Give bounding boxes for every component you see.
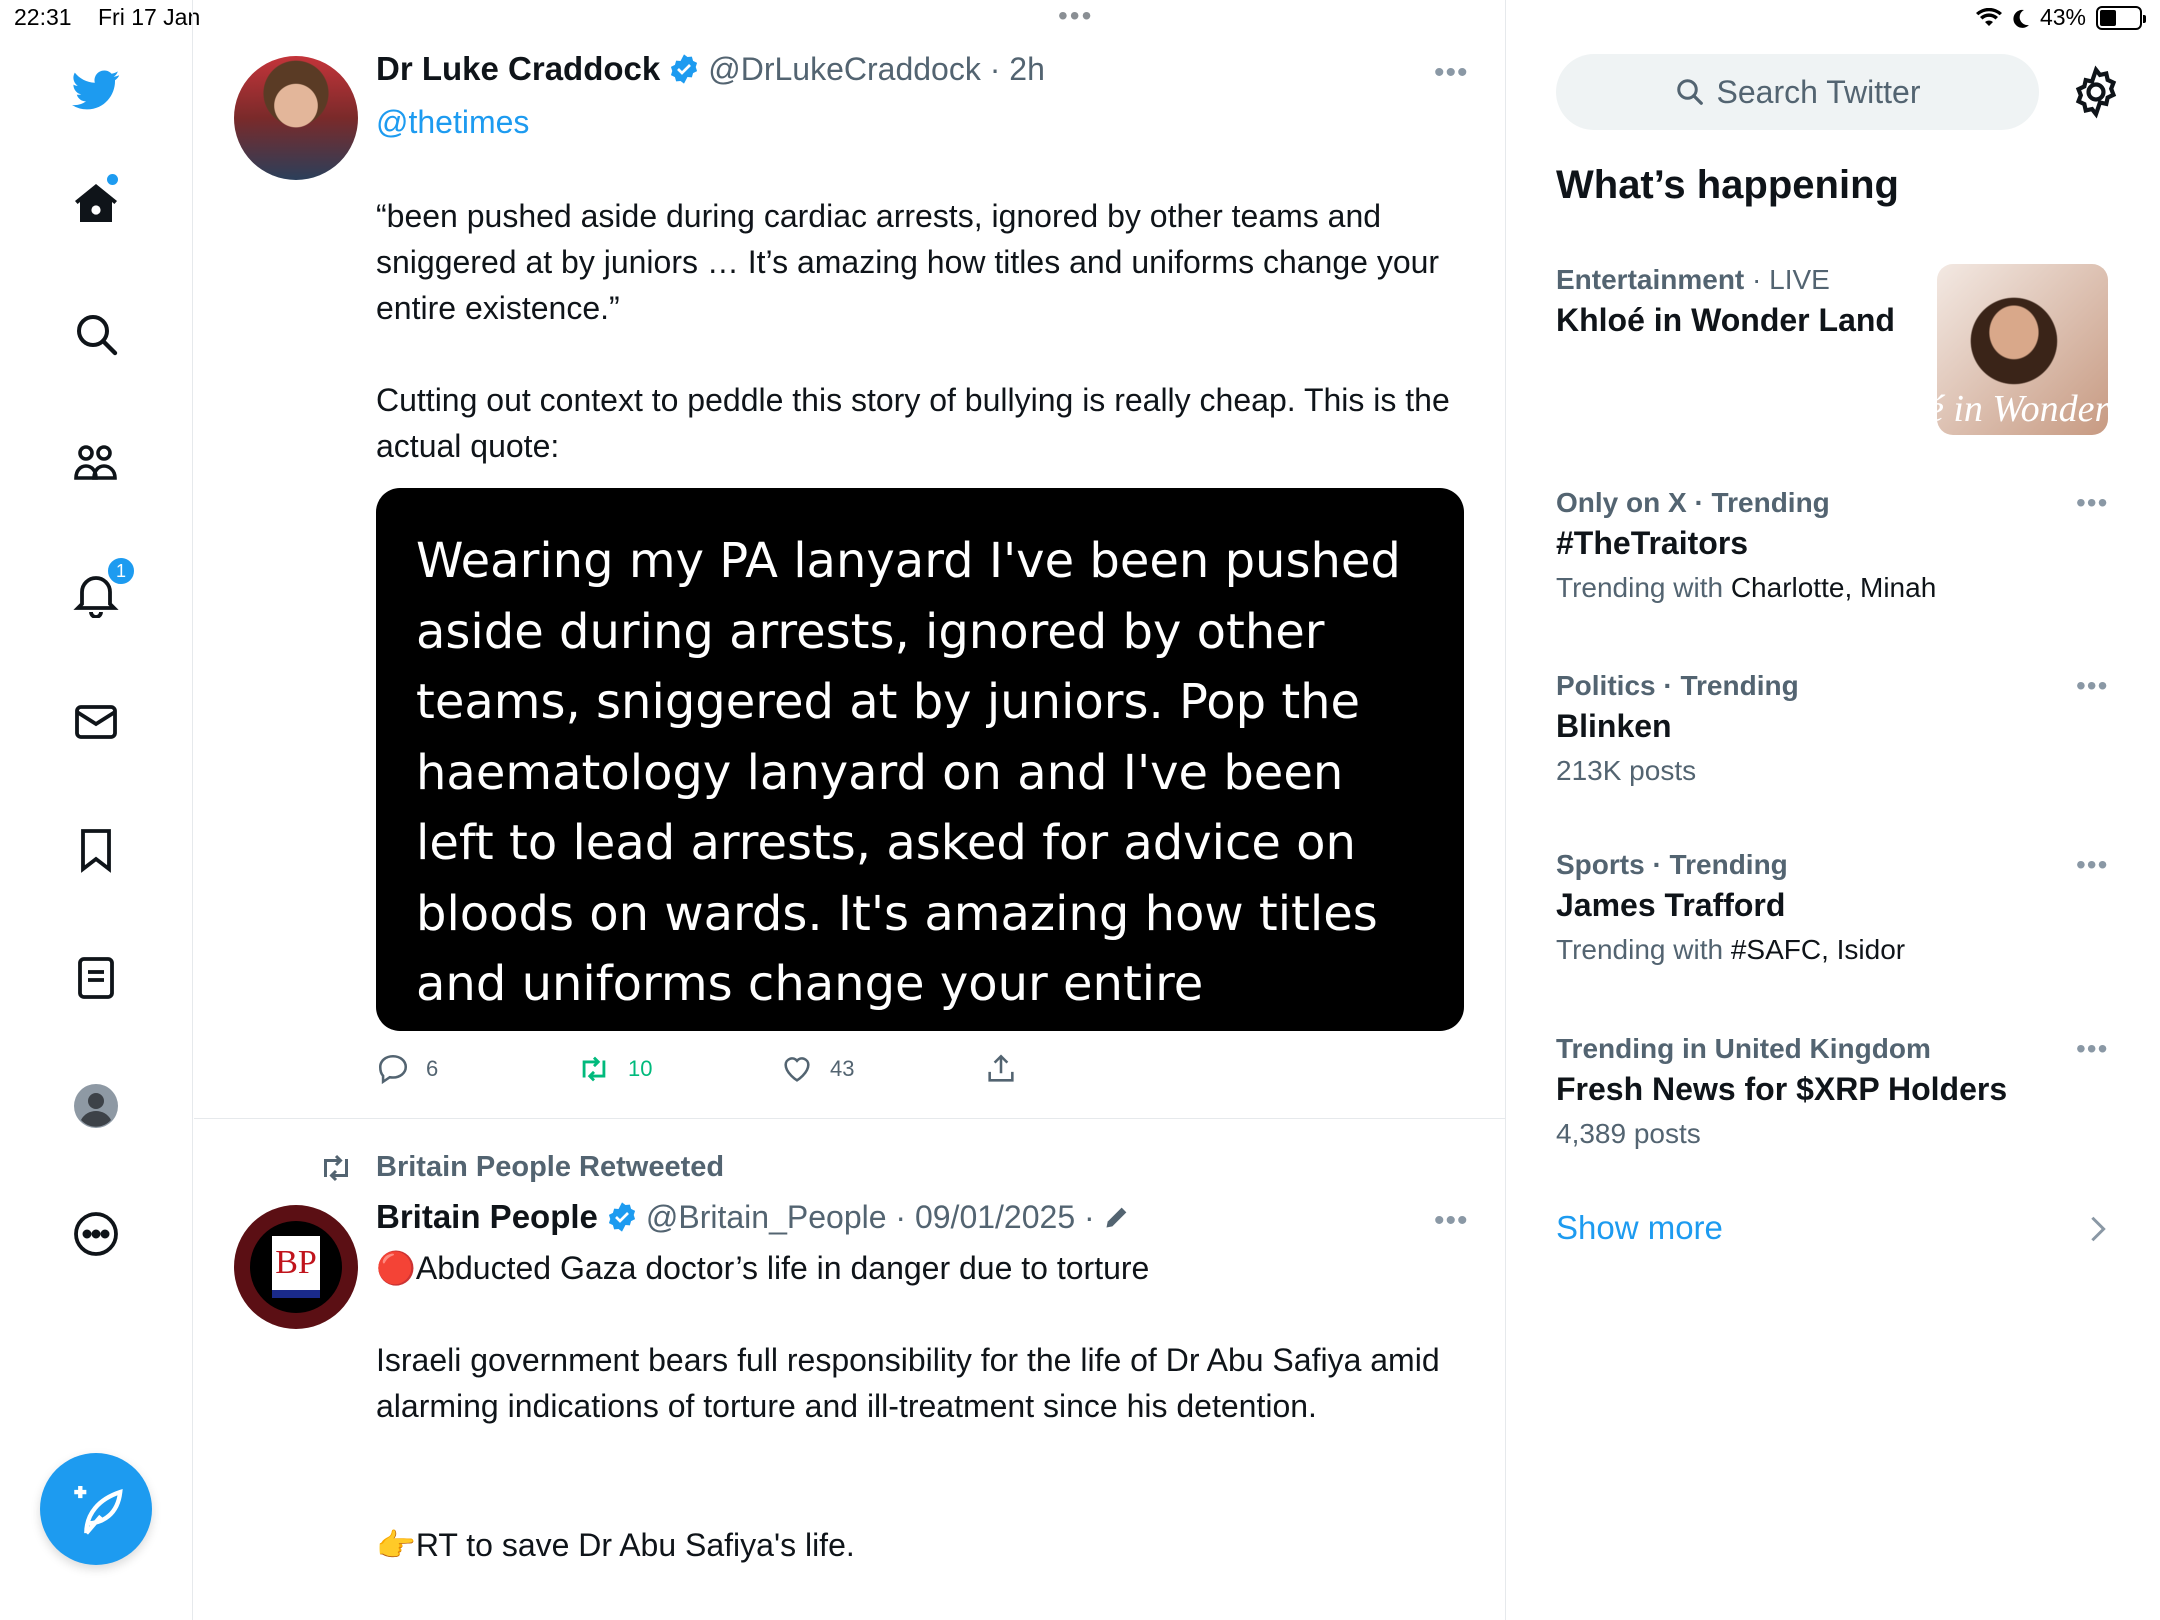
chevron-right-icon[interactable] xyxy=(2088,1214,2108,1249)
retweet-count: 10 xyxy=(628,1056,653,1081)
home-icon[interactable] xyxy=(64,172,128,236)
bp-logo-text: BP xyxy=(272,1236,320,1298)
trend-title: #TheTraitors xyxy=(1556,525,1749,561)
trend-thumbnail[interactable]: é in Wonder L xyxy=(1937,264,2108,435)
trend-more-icon[interactable]: ••• xyxy=(2076,670,2108,702)
trend-item[interactable]: Sports · Trending James Trafford Trendin… xyxy=(1556,849,2116,966)
tweet-divider xyxy=(194,1118,1506,1119)
share-icon xyxy=(988,1054,1014,1082)
like-count: 43 xyxy=(830,1056,855,1081)
image-text: Wearing my PA lanyard I've been pushed a… xyxy=(416,533,1401,1083)
tweet-header: Dr Luke Craddock @DrLukeCraddock · 2h xyxy=(376,50,1045,88)
trend-sub-prefix: Trending with xyxy=(1556,934,1731,965)
twitter-logo-icon[interactable] xyxy=(64,58,128,122)
trend-more-icon[interactable]: ••• xyxy=(2076,1033,2108,1065)
notification-badge: 1 xyxy=(106,556,136,586)
more-options-icon[interactable] xyxy=(64,1202,128,1266)
trend-category: Entertainment xyxy=(1556,264,1745,295)
tweet-header-2: Britain People @Britain_People · 09/01/2… xyxy=(376,1198,1131,1236)
right-column xyxy=(1507,0,2160,1620)
trend-sub: Charlotte, Minah xyxy=(1730,572,1937,603)
home-unread-dot xyxy=(107,174,118,185)
trend-more-icon[interactable]: ••• xyxy=(2076,849,2108,881)
author-name-2[interactable]: Britain People xyxy=(376,1198,598,1236)
mention-link[interactable]: @thetimes xyxy=(376,104,529,141)
tweet-text-5: 👉RT to save Dr Abu Safiya's life. xyxy=(376,1527,855,1563)
show-more-link[interactable]: Show more xyxy=(1556,1209,1723,1247)
trend-more-icon[interactable]: ••• xyxy=(2076,487,2108,519)
compose-feather-icon xyxy=(74,1486,123,1535)
tweet-author-avatar[interactable] xyxy=(234,56,358,180)
search-input[interactable]: Search Twitter xyxy=(1556,54,2039,130)
tweet-text-2: Cutting out context to peddle this story… xyxy=(376,382,1450,464)
trend-category: Only on X · Trending xyxy=(1556,487,1830,518)
reply-icon xyxy=(378,1054,408,1085)
trend-item[interactable]: Trending in United Kingdom Fresh News fo… xyxy=(1556,1033,2116,1150)
search-placeholder: Search Twitter xyxy=(1716,73,1921,110)
retweeted-by-label[interactable]: Britain People Retweeted xyxy=(376,1151,724,1184)
edited-pencil-icon[interactable] xyxy=(1103,1203,1131,1231)
trend-title: Fresh News for $XRP Holders xyxy=(1556,1071,2008,1107)
author-name[interactable]: Dr Luke Craddock xyxy=(376,50,660,88)
whats-happening-title: What’s happening xyxy=(1556,163,1899,207)
tweet-text: “been pushed aside during cardiac arrest… xyxy=(376,198,1440,326)
trend-category: Politics · Trending xyxy=(1556,670,1799,701)
trend-title: Blinken xyxy=(1556,708,1672,744)
verified-badge-icon xyxy=(671,54,698,84)
verified-badge-icon xyxy=(608,1202,635,1232)
tweet-text-3: 🔴Abducted Gaza doctor’s life in danger d… xyxy=(376,1250,1150,1286)
trend-sub-prefix: Trending with xyxy=(1556,572,1731,603)
like-button[interactable]: 43 xyxy=(780,1052,854,1086)
tweet-more-icon[interactable]: ••• xyxy=(1434,56,1469,90)
trend-item[interactable]: Politics · Trending Blinken 213K posts xyxy=(1556,670,2116,787)
retweet-icon xyxy=(582,1056,606,1082)
tweet-author-avatar-2[interactable]: BP xyxy=(234,1205,358,1329)
retweet-button[interactable]: 10 xyxy=(576,1052,652,1086)
lists-icon[interactable] xyxy=(64,946,128,1010)
author-handle-time[interactable]: @DrLukeCraddock · 2h xyxy=(708,51,1045,88)
reply-count: 6 xyxy=(426,1056,439,1081)
compose-tweet-button[interactable] xyxy=(40,1453,152,1565)
communities-icon[interactable] xyxy=(64,432,128,496)
author-handle-time-2[interactable]: @Britain_People · 09/01/2025 · xyxy=(646,1199,1095,1236)
thumbnail-text: é in Wonder L xyxy=(1937,388,2108,430)
search-icon xyxy=(1676,79,1703,105)
share-button[interactable] xyxy=(984,1052,1018,1086)
retweeted-icon xyxy=(316,1150,356,1191)
settings-gear-icon[interactable] xyxy=(2068,64,2124,120)
messages-envelope-icon[interactable] xyxy=(64,690,128,754)
bookmarks-icon[interactable] xyxy=(64,818,128,882)
tweet-image[interactable]: Wearing my PA lanyard I've been pushed a… xyxy=(376,488,1464,1083)
trend-qualifier: · LIVE xyxy=(1744,264,1830,295)
bp-logo: BP xyxy=(250,1221,342,1313)
tweet-more-icon-2[interactable]: ••• xyxy=(1434,1204,1469,1238)
tweet-text-4: Israeli government bears full responsibi… xyxy=(376,1342,1440,1424)
trend-sub: #SAFC, Isidor xyxy=(1730,934,1906,965)
trend-item[interactable]: Only on X · Trending #TheTraitors Trendi… xyxy=(1556,487,2116,604)
reply-button[interactable]: 6 xyxy=(376,1052,438,1086)
search-icon[interactable] xyxy=(64,302,128,366)
profile-avatar-icon[interactable] xyxy=(64,1074,128,1138)
trend-sub-prefix: 4,389 posts xyxy=(1556,1118,1701,1149)
trend-category: Sports · Trending xyxy=(1556,849,1788,880)
sidebar-nav: 1 xyxy=(0,0,193,1620)
trend-category: Trending in United Kingdom xyxy=(1556,1033,1931,1064)
trend-sub-prefix: 213K posts xyxy=(1556,755,1697,786)
heart-icon xyxy=(784,1057,810,1082)
trend-title: James Trafford xyxy=(1556,887,1786,923)
